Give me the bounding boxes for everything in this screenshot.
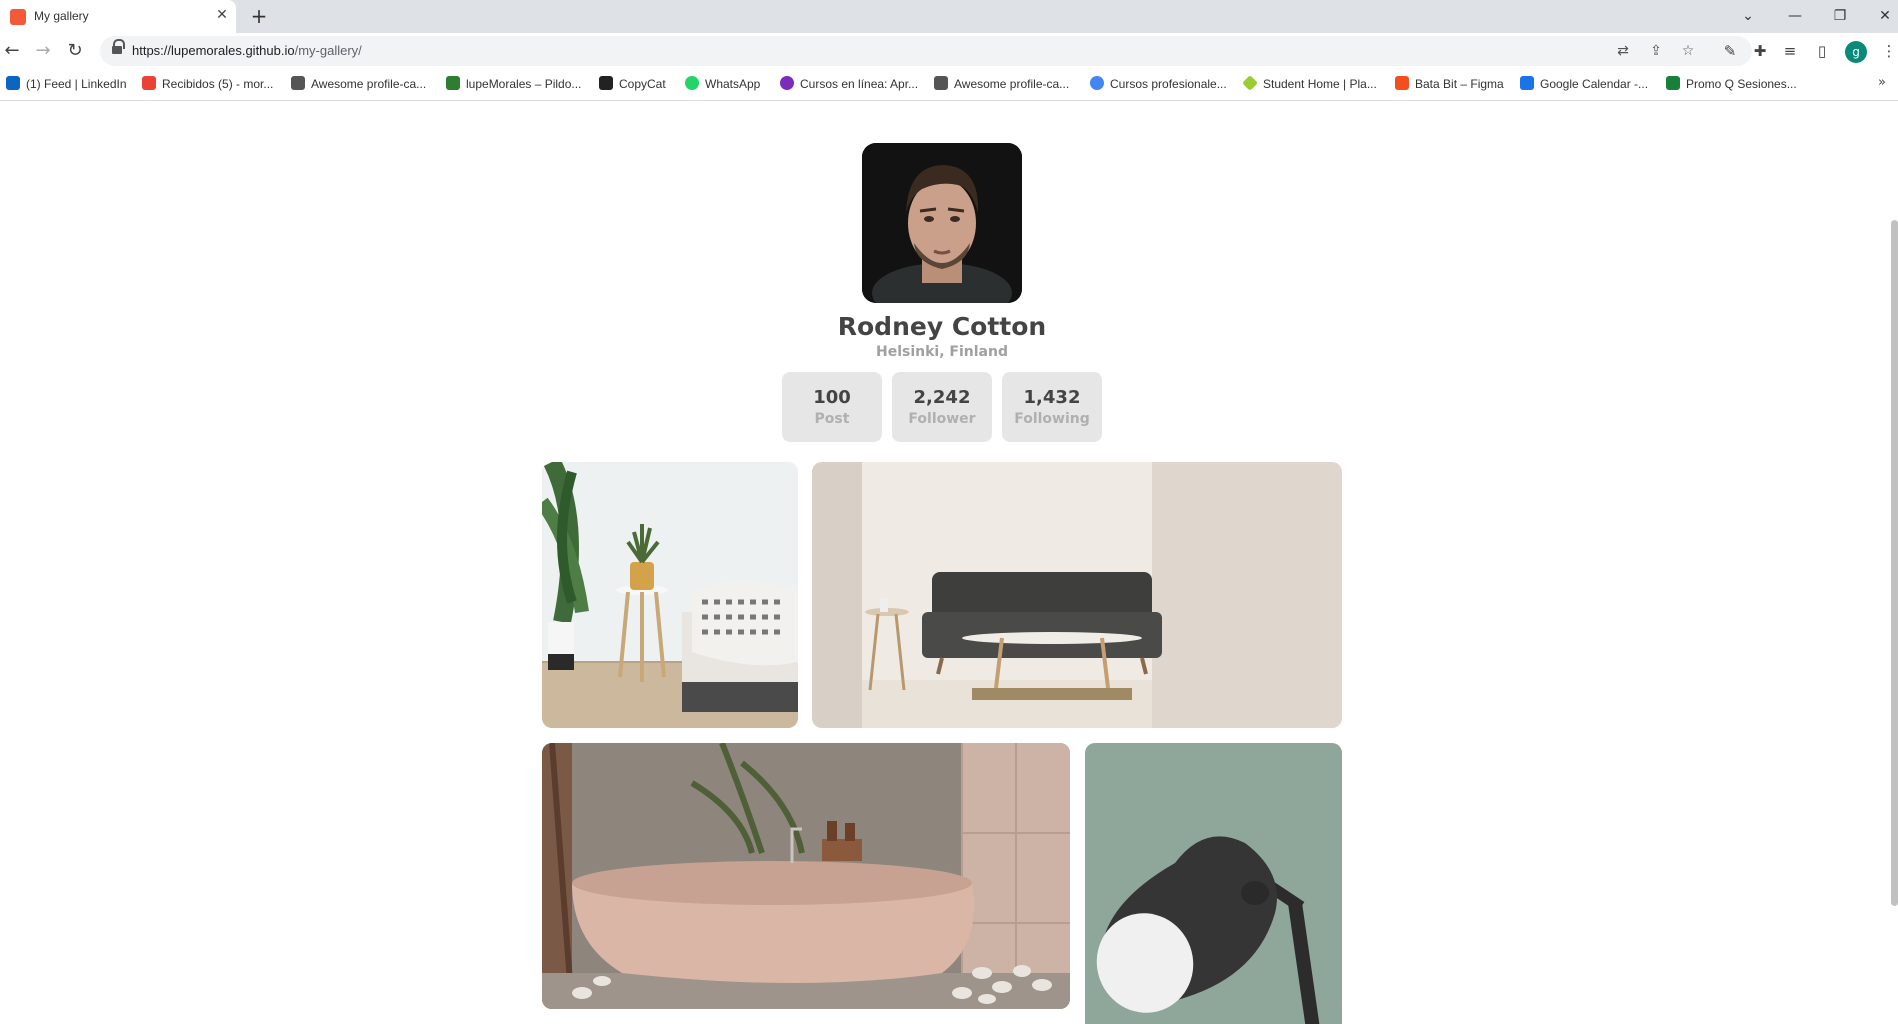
stat-value: 1,432 [1023,387,1081,408]
close-window-button[interactable]: ✕ [1870,4,1898,28]
favicon-icon [10,9,26,25]
avatar [862,143,1022,303]
gallery-photo[interactable] [542,462,798,728]
stat-label: Following [1014,411,1090,427]
bookmarks-overflow-button[interactable]: » [1878,75,1886,90]
side-panel-icon[interactable]: ▯ [1810,39,1834,63]
bookmark-label: lupeMorales – Pildo... [466,77,582,91]
bookmark-label: Bata Bit – Figma [1415,77,1504,91]
page-content: Rodney Cotton Helsinki, Finland 100 Post… [0,102,1898,1024]
puzzle-icon[interactable]: ✚ [1748,39,1772,63]
course-icon [780,76,794,90]
stat-value: 2,242 [913,387,971,408]
calendar-icon [1520,76,1534,90]
restore-button[interactable]: ❐ [1825,4,1855,28]
gallery-photo[interactable] [1085,743,1342,1024]
profile-avatar[interactable]: g [1845,41,1867,63]
bookmark-item[interactable]: CopyCat [599,76,666,94]
bookmark-item[interactable]: Awesome profile-ca... [291,76,426,94]
lock-icon[interactable] [112,39,125,56]
new-tab-button[interactable]: + [247,5,271,29]
menu-icon[interactable]: ⋮ [1877,39,1898,63]
linkedin-icon [6,76,20,90]
stat-value: 100 [813,387,851,408]
bookmark-item[interactable]: Student Home | Pla... [1242,75,1377,94]
lamp-image [1085,743,1342,1024]
bookmark-label: Awesome profile-ca... [954,77,1070,91]
extension-icon[interactable]: ✎ [1718,39,1742,63]
github-icon [291,76,305,90]
address-bar[interactable]: https://lupemorales.github.io/my-gallery… [100,36,1752,66]
figma-icon [1395,76,1409,90]
avatar-portrait [862,143,1022,303]
stat-label: Post [814,411,850,427]
bookmark-item[interactable]: Google Calendar -... [1520,76,1648,94]
bookmark-item[interactable]: Cursos profesionale... [1090,76,1227,94]
whatsapp-icon [685,76,699,90]
translate-icon[interactable]: ⇄ [1612,40,1634,62]
minimize-button[interactable]: — [1780,4,1810,28]
codepen-icon [599,76,613,90]
tab-search-icon[interactable]: ⌄ [1733,4,1763,28]
bookmark-label: Awesome profile-ca... [311,77,427,91]
profile-name: Rodney Cotton [837,312,1047,341]
sheets-icon [1666,76,1680,90]
url-path: /my-gallery/ [294,43,362,58]
star-icon[interactable]: ☆ [1677,40,1699,62]
share-icon[interactable]: ⇪ [1645,40,1667,62]
github-icon [934,76,948,90]
url-text[interactable]: https://lupemorales.github.io/my-gallery… [132,43,362,58]
bookmark-label: Google Calendar -... [1540,77,1649,91]
stat-posts: 100 Post [782,372,882,442]
gallery-photo[interactable] [542,743,1070,1009]
bookmark-item[interactable]: Recibidos (5) - mor... [142,76,273,94]
browser-tab[interactable]: My gallery ✕ [0,0,236,33]
bookmarks-bar: (1) Feed | LinkedIn Recibidos (5) - mor.… [0,69,1898,101]
site-icon [446,76,460,90]
bookmark-item[interactable]: Promo Q Sesiones... [1666,76,1797,94]
stat-followers: 2,242 Follower [892,372,992,442]
bookmark-item[interactable]: Awesome profile-ca... [934,76,1069,94]
bathtub-image [542,743,1070,1009]
bedroom-image [542,462,798,728]
bookmark-label: (1) Feed | LinkedIn [26,77,127,91]
scrollbar[interactable] [1891,220,1898,906]
back-arrow-icon[interactable]: ← [0,39,24,63]
google-icon [1090,76,1104,90]
living-room-image [812,462,1342,728]
stat-label: Follower [908,411,976,427]
tab-strip: My gallery ✕ + ⌄ — ❐ ✕ [0,0,1898,33]
bookmark-label: Recibidos (5) - mor... [162,77,274,91]
reading-list-icon[interactable]: ≡ [1778,39,1802,63]
stat-following: 1,432 Following [1002,372,1102,442]
url-host: https://lupemorales.github.io [132,43,295,58]
browser-toolbar: ← → ↻ https://lupemorales.github.io/my-g… [0,33,1898,69]
bookmark-label: Student Home | Pla... [1263,77,1377,91]
platzi-icon [1242,75,1258,91]
bookmark-label: Cursos en línea: Apr... [800,77,919,91]
bookmark-item[interactable]: lupeMorales – Pildo... [446,76,581,94]
bookmark-item[interactable]: Bata Bit – Figma [1395,76,1504,94]
reload-icon[interactable]: ↻ [63,39,87,63]
bookmark-label: WhatsApp [705,77,761,91]
tab-title: My gallery [34,9,89,23]
profile-location: Helsinki, Finland [876,344,1008,360]
bookmark-label: Cursos profesionale... [1110,77,1227,91]
gmail-icon [142,76,156,90]
bookmark-item[interactable]: Cursos en línea: Apr... [780,76,918,94]
bookmark-item[interactable]: WhatsApp [685,76,760,94]
gallery-photo[interactable] [812,462,1342,728]
bookmark-label: CopyCat [619,77,666,91]
bookmark-item[interactable]: (1) Feed | LinkedIn [6,76,127,94]
bookmark-label: Promo Q Sesiones... [1686,77,1797,91]
close-icon[interactable]: ✕ [212,5,232,25]
forward-arrow-icon[interactable]: → [31,39,55,63]
